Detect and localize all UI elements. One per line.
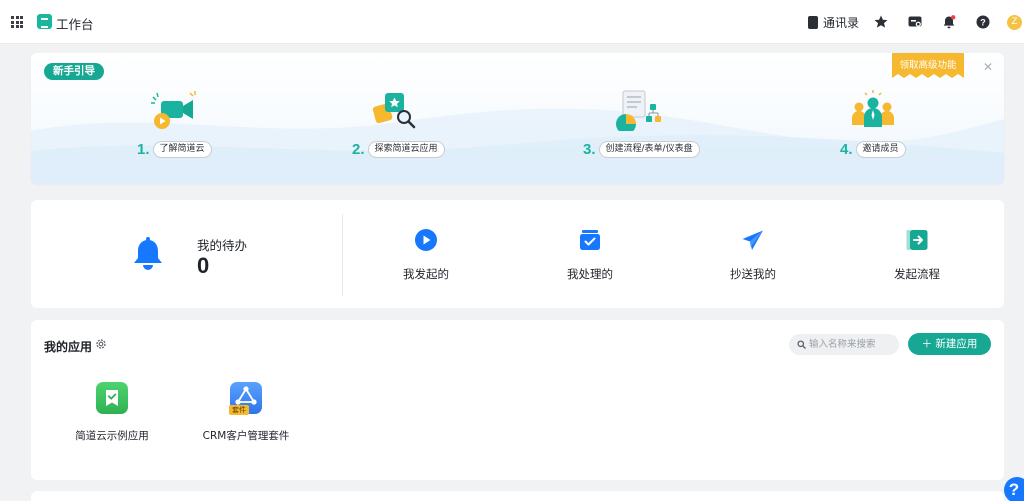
play-circle-icon xyxy=(415,229,437,251)
divider xyxy=(342,214,343,296)
flow-label: 我处理的 xyxy=(567,267,613,281)
close-icon[interactable]: ✕ xyxy=(983,61,995,73)
todo-count[interactable]: 0 xyxy=(197,253,209,279)
svg-text:?: ? xyxy=(980,17,986,27)
cc-to-me-button[interactable]: 抄送我的 xyxy=(703,228,803,282)
contacts-book-icon xyxy=(808,15,818,29)
guide-step-label: 探索简道云应用 xyxy=(367,141,445,158)
contacts-button[interactable]: 通讯录 xyxy=(808,13,859,31)
help-icon[interactable]: ? xyxy=(975,14,991,30)
app-name: CRM客户管理套件 xyxy=(202,430,290,442)
app-icon: 套件 xyxy=(229,382,262,415)
flow-label: 抄送我的 xyxy=(730,267,776,281)
flow-label: 发起流程 xyxy=(894,267,940,281)
help-float-button[interactable]: ? xyxy=(1004,477,1024,501)
message-card-icon[interactable] xyxy=(907,14,923,30)
dashboard-illustration xyxy=(616,90,661,131)
my-handled-button[interactable]: 我处理的 xyxy=(540,228,640,282)
app-search-illustration xyxy=(372,93,416,129)
my-apps-title: 我的应用 xyxy=(44,340,93,354)
suite-tag: 套件 xyxy=(229,405,249,415)
app-tile[interactable]: 简道云示例应用 xyxy=(52,382,172,443)
workspace-logo-icon xyxy=(37,14,52,29)
plus-icon: ＋ xyxy=(921,338,936,350)
todo-title[interactable]: 我的待办 xyxy=(197,235,247,254)
search-icon xyxy=(797,340,806,349)
guide-badge: 新手引导 xyxy=(44,63,104,80)
contacts-label: 通讯录 xyxy=(823,15,860,30)
new-app-button[interactable]: ＋ 新建应用 xyxy=(908,333,991,355)
guide-step-4[interactable]: 4. 邀请成员 xyxy=(840,141,906,158)
invite-members-illustration xyxy=(852,90,894,127)
top-bar: 工作台 通讯录 ? Z xyxy=(0,0,1024,44)
page-title: 工作台 xyxy=(56,17,94,32)
inbox-check-icon xyxy=(580,230,600,250)
avatar[interactable]: Z xyxy=(1007,15,1022,30)
guide-step-1[interactable]: 1. 了解简道云 xyxy=(137,141,212,158)
my-apps-card: 我的应用 ＋ 新建应用 简道云示例应用 套件 CRM客户管理套件 xyxy=(31,320,1004,480)
guide-step-label: 邀请成员 xyxy=(855,141,906,158)
onboarding-guide: 新手引导 领取高级功能 ✕ 1. 了解简道云 2. 探索简道云应用 3. 创建流… xyxy=(31,53,1004,184)
star-icon[interactable] xyxy=(873,14,889,30)
bell-icon[interactable] xyxy=(941,14,957,30)
start-flow-button[interactable]: 发起流程 xyxy=(867,228,967,282)
checklist-icon xyxy=(106,390,118,406)
guide-step-label: 了解简道云 xyxy=(152,141,212,158)
guide-step-2[interactable]: 2. 探索简道云应用 xyxy=(352,141,445,158)
upgrade-ribbon[interactable]: 领取高级功能 xyxy=(892,53,964,79)
guide-step-3[interactable]: 3. 创建流程/表单/仪表盘 xyxy=(583,141,700,158)
app-tile[interactable]: 套件 CRM客户管理套件 xyxy=(186,382,306,443)
video-camera-illustration xyxy=(151,91,196,129)
app-name: 简道云示例应用 xyxy=(75,430,149,442)
gear-icon[interactable] xyxy=(95,338,107,350)
todo-card: 我的待办 0 我发起的 我处理的 抄送我的 发起流程 xyxy=(31,200,1004,308)
todo-bell-icon[interactable] xyxy=(131,236,165,270)
next-card xyxy=(31,491,1004,501)
guide-step-label: 创建流程/表单/仪表盘 xyxy=(598,141,700,158)
new-app-label: 新建应用 xyxy=(935,338,978,350)
my-initiated-button[interactable]: 我发起的 xyxy=(376,228,476,282)
flow-label: 我发起的 xyxy=(403,267,449,281)
upgrade-label: 领取高级功能 xyxy=(899,60,957,71)
apps-grid-icon[interactable] xyxy=(11,16,23,28)
app-icon xyxy=(96,382,128,414)
start-flow-icon xyxy=(906,230,928,250)
paper-plane-icon xyxy=(742,230,763,250)
